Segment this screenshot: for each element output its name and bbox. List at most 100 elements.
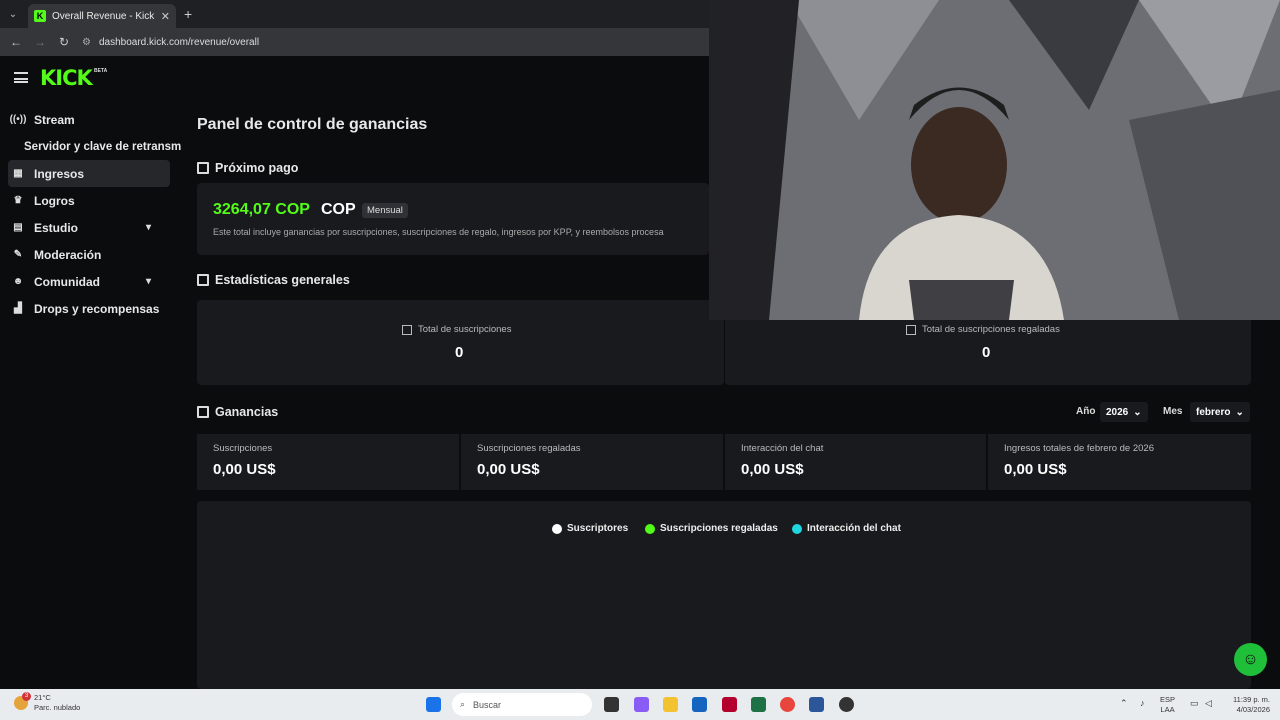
earnings-value: 0,00 US$: [213, 461, 276, 478]
legend-item-gifted[interactable]: Suscripciones regaladas: [645, 523, 778, 534]
sidebar-item-label: Estudio: [34, 220, 78, 235]
sidebar-item-estudio[interactable]: ▤ Estudio ▾: [0, 214, 170, 241]
earnings-card: Ingresos totales de febrero de 2026 0,00…: [988, 434, 1251, 490]
earnings-card: Suscripciones 0,00 US$: [197, 434, 459, 490]
file-explorer-icon[interactable]: [663, 697, 678, 712]
earnings-value: 0,00 US$: [741, 461, 804, 478]
app-icon[interactable]: [722, 697, 737, 712]
payout-frequency-badge: Mensual: [362, 203, 408, 218]
windows-taskbar: 3 21°C Parc. nublado ⌕ Buscar ⌃ ♪ ESP LA…: [0, 689, 1280, 720]
task-view-icon[interactable]: [604, 697, 619, 712]
sidebar-item-server-key[interactable]: Servidor y clave de retransm: [0, 133, 181, 160]
lang-top: ESP: [1160, 695, 1176, 704]
microphone-icon[interactable]: ♪: [1140, 698, 1145, 708]
date: 4/03/2026: [1236, 705, 1270, 714]
users-icon: ☻: [12, 276, 24, 287]
browser-tab[interactable]: K Overall Revenue - Kick Dashbo ✕: [28, 4, 176, 28]
new-tab-button[interactable]: +: [184, 6, 192, 22]
total-subs-card: Total de suscripciones 0: [197, 300, 724, 385]
section-title: Próximo pago: [215, 161, 299, 175]
obs-icon[interactable]: [839, 697, 854, 712]
chevron-down-icon[interactable]: ▾: [146, 222, 151, 233]
legend-label: Suscripciones regaladas: [660, 523, 778, 534]
earnings-heading: Ganancias: [197, 405, 278, 419]
network-icon[interactable]: ▭: [1190, 698, 1199, 708]
help-chat-button[interactable]: ☺: [1234, 643, 1267, 676]
stat-label-text: Total de suscripciones: [418, 324, 512, 335]
sidebar-item-ingresos[interactable]: ▦ Ingresos: [8, 160, 170, 187]
legend-dot: [645, 523, 655, 534]
sidebar-item-label: Comunidad: [34, 274, 100, 289]
chevron-down-icon: ⌄: [1235, 406, 1244, 418]
earnings-value: 0,00 US$: [1004, 461, 1067, 478]
taskbar-search[interactable]: ⌕ Buscar: [452, 693, 592, 716]
payout-note: Este total incluye ganancias por suscrip…: [213, 227, 664, 237]
month-value: febrero: [1196, 406, 1231, 418]
time: 11:39 p. m.: [1233, 695, 1270, 704]
kick-favicon-icon: K: [34, 10, 46, 22]
sidebar-item-label: Logros: [34, 193, 75, 208]
volume-icon[interactable]: ◁: [1205, 698, 1212, 708]
chart-icon: [906, 324, 916, 335]
legend-label: Suscriptores: [567, 523, 629, 534]
weather-temp: 21°C: [34, 693, 51, 702]
excel-icon[interactable]: [751, 697, 766, 712]
weather-desc: Parc. nublado: [34, 703, 81, 712]
wrench-icon: ✎: [13, 249, 23, 260]
chevron-down-icon[interactable]: ▾: [146, 276, 151, 287]
legend-dot: [792, 523, 802, 534]
month-label: Mes: [1163, 406, 1183, 417]
sidebar-item-moderacion[interactable]: ✎ Moderación: [0, 241, 170, 268]
weather-widget[interactable]: 3 21°C Parc. nublado: [14, 692, 81, 713]
layout-icon: ▤: [13, 222, 23, 233]
sidebar-item-stream[interactable]: ((•)) Stream: [0, 106, 170, 133]
sidebar-item-comunidad[interactable]: ☻ Comunidad ▾: [0, 268, 170, 295]
search-placeholder: Buscar: [473, 699, 502, 710]
year-label: Año: [1076, 406, 1096, 417]
webcam-overlay: [709, 0, 1280, 320]
tray-chevron-up-icon[interactable]: ⌃: [1120, 698, 1128, 708]
stats-icon: [197, 274, 209, 286]
total-subs-value: 0: [455, 344, 464, 361]
payout-currency: COP: [321, 201, 356, 218]
month-select[interactable]: febrero ⌄: [1190, 402, 1250, 422]
webcam-feed-image: [709, 0, 1280, 320]
legend-item-subscribers[interactable]: Suscriptores: [552, 523, 628, 534]
sidebar-item-drops[interactable]: ▟ Drops y recompensas: [0, 295, 170, 322]
total-subs-label: Total de suscripciones: [402, 324, 511, 335]
clock[interactable]: 11:39 p. m. 4/03/2026: [1222, 695, 1270, 715]
url-field[interactable]: ⚙ dashboard.kick.com/revenue/overall: [82, 32, 702, 52]
reload-icon[interactable]: ↻: [52, 35, 76, 49]
back-icon[interactable]: ←: [4, 35, 28, 49]
legend-item-chat[interactable]: Interacción del chat: [792, 523, 901, 534]
year-select[interactable]: 2026 ⌄: [1100, 402, 1148, 422]
stat-label-text: Total de suscripciones regaladas: [922, 324, 1060, 335]
close-tab-icon[interactable]: ✕: [161, 10, 170, 23]
kick-logo[interactable]: KICK: [40, 66, 93, 90]
bar-chart-icon: [197, 406, 209, 418]
store-icon[interactable]: [692, 697, 707, 712]
legend-label: Interacción del chat: [807, 523, 901, 534]
sidebar-item-label: Servidor y clave de retransm: [24, 140, 182, 153]
language-indicator[interactable]: ESP LAA: [1160, 695, 1175, 715]
site-info-icon[interactable]: ⚙: [82, 37, 91, 48]
windows-start-icon[interactable]: [426, 697, 441, 712]
copilot-icon[interactable]: [634, 697, 649, 712]
gifted-subs-label: Total de suscripciones regaladas: [906, 324, 1060, 335]
forward-icon[interactable]: →: [28, 35, 52, 49]
earnings-label: Suscripciones: [213, 443, 273, 454]
earnings-label: Ingresos totales de febrero de 2026: [1004, 443, 1154, 454]
page-title: Panel de control de ganancias: [197, 116, 428, 133]
sidebar: ((•)) Stream Servidor y clave de retrans…: [0, 106, 181, 322]
sidebar-item-logros[interactable]: ♛ Logros: [0, 187, 170, 214]
tab-search-icon[interactable]: ⌄: [4, 5, 22, 23]
word-icon[interactable]: [809, 697, 824, 712]
earnings-label: Suscripciones regaladas: [477, 443, 581, 454]
menu-icon[interactable]: [14, 72, 28, 83]
earnings-card: Interacción del chat 0,00 US$: [725, 434, 986, 490]
section-title: Estadísticas generales: [215, 273, 350, 287]
tab-title: Overall Revenue - Kick Dashbo: [52, 10, 155, 22]
wallet-icon: [197, 162, 209, 174]
earnings-value: 0,00 US$: [477, 461, 540, 478]
chrome-icon[interactable]: [780, 697, 795, 712]
